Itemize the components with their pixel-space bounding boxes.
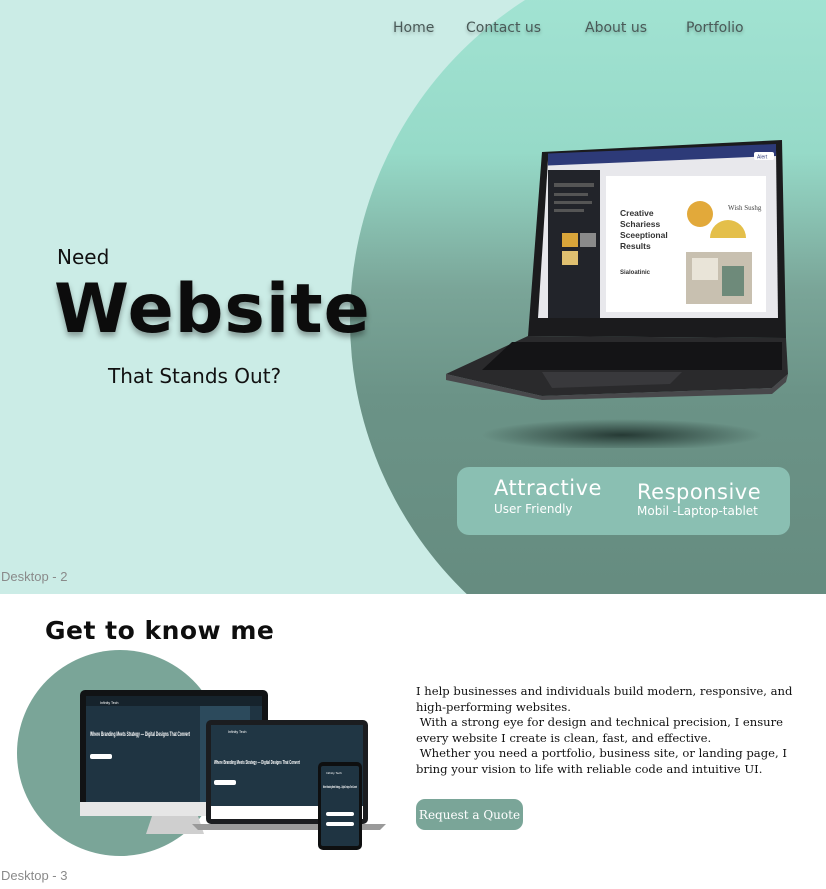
nav-about-link[interactable]: About us (585, 20, 647, 36)
request-quote-button[interactable]: Request a Quote (416, 799, 523, 830)
svg-text:Results: Results (620, 241, 651, 251)
laptop-screen-corner-text: Wish Sushg (728, 204, 762, 212)
about-paragraph: I help businesses and individuals build … (416, 684, 797, 714)
about-paragraph: With a strong eye for design and technic… (416, 715, 787, 745)
mockup-brand: Infinity Tech (100, 701, 118, 705)
svg-text:Sceeptional: Sceeptional (620, 230, 668, 240)
mockup-phone-brand: Infinity Tech (326, 771, 342, 775)
laptop-screen-button: Alert (757, 155, 768, 161)
devices-mockup: Infinity Tech Where Branding Meets Strat… (80, 690, 386, 850)
feature-subtitle-devices: Mobil -Laptop-tablet (637, 504, 758, 518)
feature-title-attractive: Attractive (494, 476, 602, 500)
mockup-laptop-brand: Infinity Tech (228, 730, 246, 734)
feature-subtitle-user-friendly: User Friendly (494, 502, 573, 516)
hero-headline: Website (54, 270, 371, 349)
about-section: Get to know me Infinity Tech Where Brand… (0, 594, 826, 889)
laptop-illustration: Creative Schariess Sceeptional Results S… (446, 140, 788, 448)
about-heading: Get to know me (45, 616, 275, 645)
nav-portfolio-link[interactable]: Portfolio (686, 20, 744, 36)
laptop-screen-side-text: Sialoatinic (620, 270, 651, 276)
feature-title-responsive: Responsive (637, 480, 762, 504)
about-paragraph: Whether you need a portfolio, business s… (416, 746, 791, 776)
svg-text:Schariess: Schariess (620, 219, 660, 229)
about-text: I help businesses and individuals build … (416, 684, 802, 778)
frame-label-desktop-3: Desktop - 3 (1, 868, 68, 883)
svg-text:Creative: Creative (620, 208, 654, 218)
hero-need-text: Need (57, 245, 110, 269)
mockup-headline: Where Branding Meets Strategy — Digital … (90, 732, 190, 738)
mockup-phone-headline: Where Branding Meets Strategy — Digital … (323, 784, 357, 789)
hero-section: Home Contact us About us Portfolio Need … (0, 0, 826, 594)
frame-label-desktop-2: Desktop - 2 (1, 569, 68, 584)
mockup-laptop-headline: Where Branding Meets Strategy — Digital … (214, 760, 300, 766)
hero-subline: That Stands Out? (108, 364, 282, 388)
nav-contact-link[interactable]: Contact us (466, 20, 541, 36)
nav-home-link[interactable]: Home (393, 20, 434, 36)
features-box: Attractive User Friendly Responsive Mobi… (457, 467, 790, 535)
